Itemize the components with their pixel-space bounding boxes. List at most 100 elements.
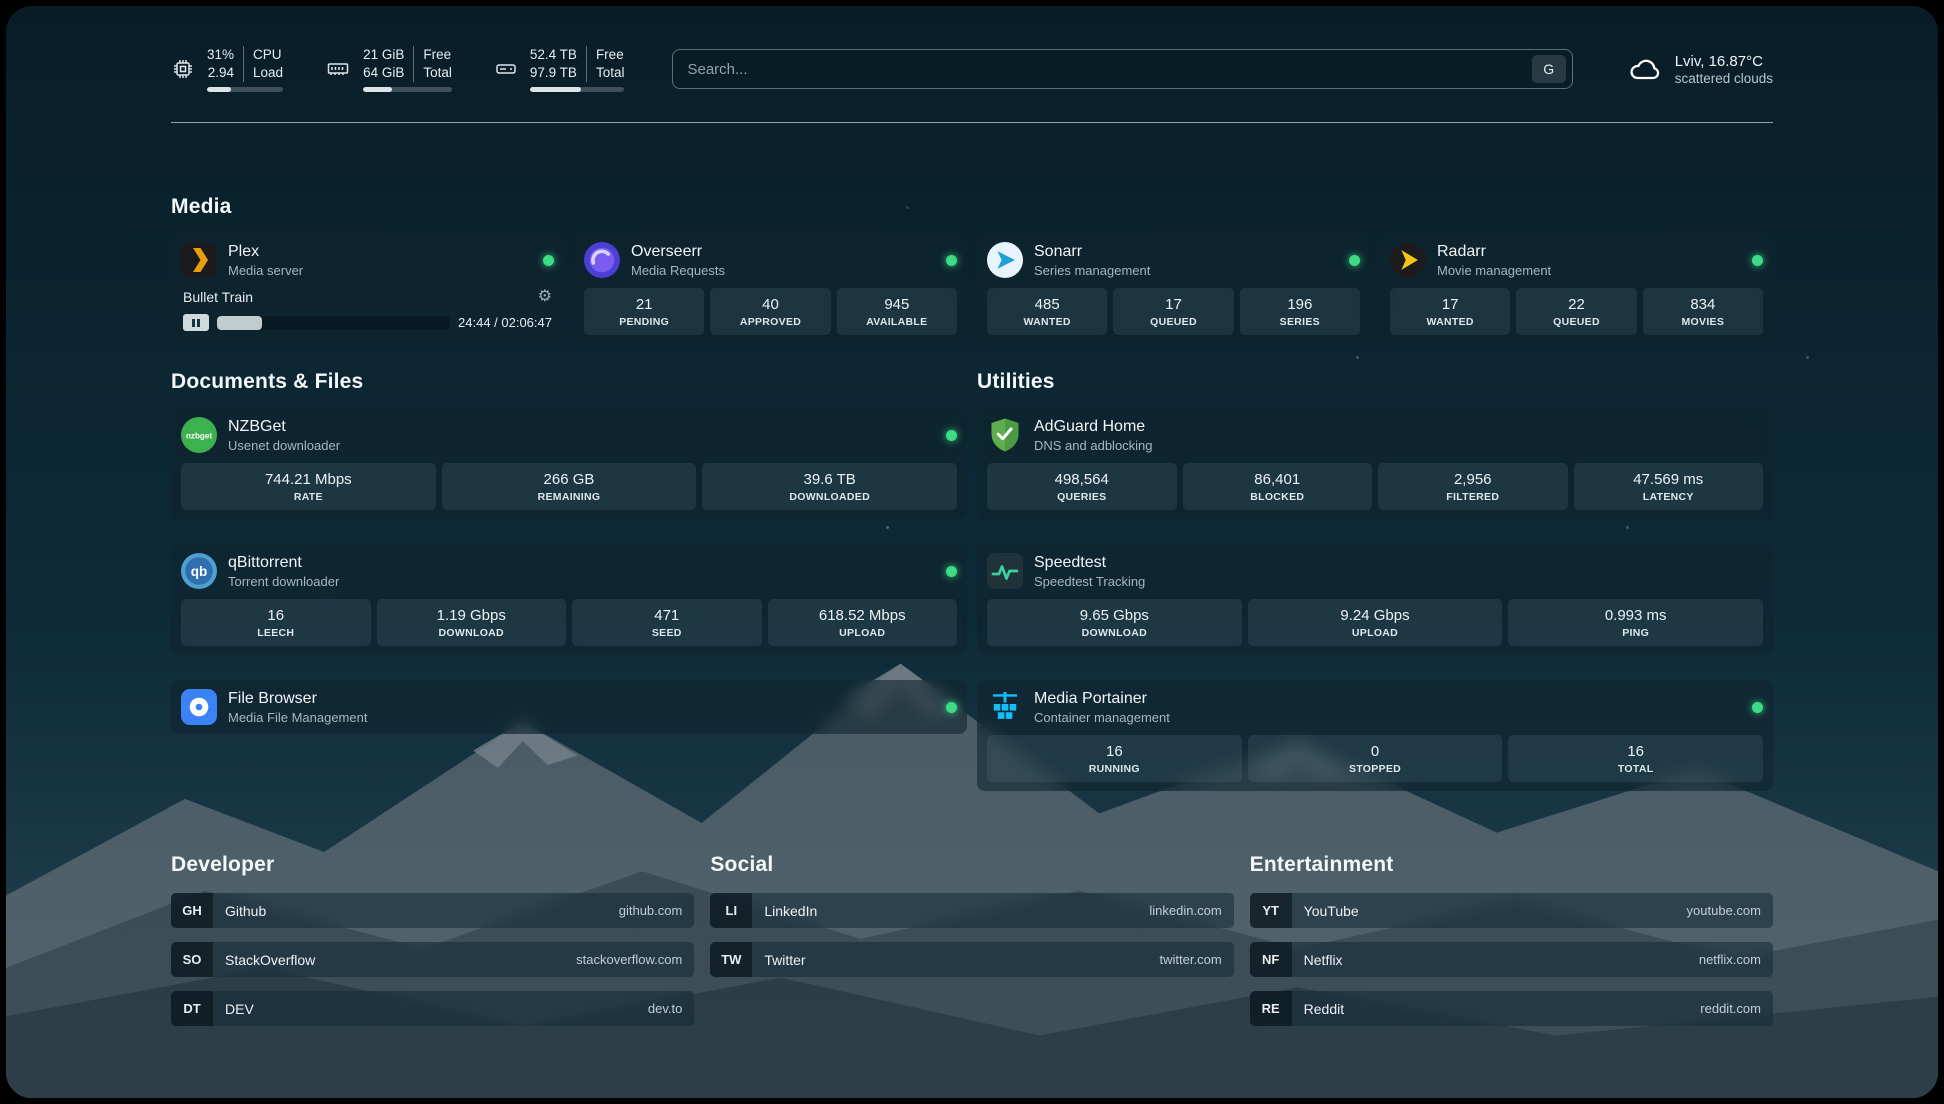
playback-progress-bar[interactable] [217, 316, 450, 330]
bookmark-name: LinkedIn [764, 903, 817, 919]
bookmark-domain: reddit.com [1700, 1001, 1761, 1016]
radarr-icon [1390, 242, 1426, 278]
search-input[interactable] [687, 61, 1531, 78]
service-card-filebrowser[interactable]: File Browser Media File Management [171, 680, 967, 734]
developer-heading: Developer [171, 853, 694, 877]
service-name: NZBGet [228, 418, 340, 436]
status-dot-online [946, 430, 957, 441]
stat-rate: 744.21 MbpsRATE [181, 463, 436, 510]
stat-latency: 47.569 msLATENCY [1574, 463, 1764, 510]
bookmark-github[interactable]: GH Github github.com [171, 893, 694, 928]
weather-widget: Lviv, 16.87°C scattered clouds [1627, 51, 1773, 87]
bookmark-stackoverflow[interactable]: SO StackOverflow stackoverflow.com [171, 942, 694, 977]
weather-condition: scattered clouds [1675, 71, 1773, 86]
bookmark-name: DEV [225, 1001, 254, 1017]
stat-upload: 9.24 GbpsUPLOAD [1248, 599, 1503, 646]
media-heading: Media [171, 195, 1773, 219]
bookmark-group-entertainment: Entertainment YT YouTube youtube.com NF … [1250, 853, 1773, 1040]
disk-progress-bar [530, 87, 625, 92]
stat-leech: 16LEECH [181, 599, 371, 646]
stat-remaining: 266 GBREMAINING [442, 463, 697, 510]
stat-seed: 471SEED [572, 599, 762, 646]
stat-total: 16TOTAL [1508, 735, 1763, 782]
status-dot-online [543, 255, 554, 266]
section-media: Media Plex Media server Bullet [171, 195, 1773, 344]
status-dot-online [946, 255, 957, 266]
service-card-speedtest[interactable]: Speedtest Speedtest Tracking 9.65 GbpsDO… [977, 544, 1773, 655]
stat-queued: 17QUEUED [1113, 288, 1233, 335]
service-card-radarr[interactable]: Radarr Movie management 17WANTED 22QUEUE… [1380, 233, 1773, 344]
service-subtitle: Speedtest Tracking [1034, 574, 1145, 589]
stat-wanted: 485WANTED [987, 288, 1107, 335]
pause-button[interactable] [183, 314, 209, 331]
bookmark-twitter[interactable]: TW Twitter twitter.com [710, 942, 1233, 977]
service-name: Plex [228, 243, 303, 261]
bookmark-abbr: NF [1250, 942, 1292, 977]
memory-widget: 21 GiB Free 64 GiB Total [325, 46, 452, 92]
service-name: AdGuard Home [1034, 418, 1153, 436]
service-subtitle: Media server [228, 263, 303, 278]
bookmark-group-social: Social LI LinkedIn linkedin.com TW Twitt… [710, 853, 1233, 1040]
status-dot-online [946, 702, 957, 713]
documents-heading: Documents & Files [171, 370, 967, 394]
bookmark-netflix[interactable]: NF Netflix netflix.com [1250, 942, 1773, 977]
stat-download: 1.19 GbpsDOWNLOAD [377, 599, 567, 646]
service-card-adguard[interactable]: AdGuard Home DNS and adblocking 498,564Q… [977, 408, 1773, 519]
bookmark-abbr: LI [710, 893, 752, 928]
service-card-nzbget[interactable]: nzbget NZBGet Usenet downloader 744.21 M… [171, 408, 967, 519]
bookmark-domain: youtube.com [1687, 903, 1761, 918]
bookmark-reddit[interactable]: RE Reddit reddit.com [1250, 991, 1773, 1026]
memory-free-value: 21 GiB [363, 46, 413, 64]
speedtest-icon [987, 553, 1023, 589]
bookmark-domain: github.com [619, 903, 683, 918]
search-bar[interactable]: G [672, 49, 1572, 89]
status-dot-online [1752, 255, 1763, 266]
cpu-icon [171, 57, 195, 81]
bookmark-youtube[interactable]: YT YouTube youtube.com [1250, 893, 1773, 928]
entertainment-heading: Entertainment [1250, 853, 1773, 877]
plex-icon [181, 242, 217, 278]
service-subtitle: Media File Management [228, 710, 367, 725]
service-name: Speedtest [1034, 554, 1145, 572]
top-bar: 31% CPU 2.94 Load [171, 46, 1773, 92]
memory-free-label: Free [413, 46, 452, 64]
stat-downloaded: 39.6 TBDOWNLOADED [702, 463, 957, 510]
bookmark-abbr: SO [171, 942, 213, 977]
stat-blocked: 86,401BLOCKED [1183, 463, 1373, 510]
disk-total-label: Total [586, 64, 625, 82]
bookmark-dev[interactable]: DT DEV dev.to [171, 991, 694, 1026]
bookmark-domain: dev.to [648, 1001, 682, 1016]
service-card-portainer[interactable]: Media Portainer Container management 16R… [977, 680, 1773, 791]
cpu-load-label: Load [243, 64, 283, 82]
bookmark-name: Reddit [1304, 1001, 1344, 1017]
disk-icon [494, 57, 518, 81]
search-provider-button[interactable]: G [1532, 55, 1566, 83]
stat-filtered: 2,956FILTERED [1378, 463, 1568, 510]
utilities-heading: Utilities [977, 370, 1773, 394]
service-card-plex[interactable]: Plex Media server Bullet Train ⚙ [171, 233, 564, 344]
disk-total-value: 97.9 TB [530, 64, 586, 82]
stat-download: 9.65 GbpsDOWNLOAD [987, 599, 1242, 646]
service-subtitle: Media Requests [631, 263, 725, 278]
stat-available: 945AVAILABLE [837, 288, 957, 335]
stat-pending: 21PENDING [584, 288, 704, 335]
widget-settings-icon[interactable]: ⚙ [538, 289, 552, 305]
dashboard-content: 31% CPU 2.94 Load [6, 6, 1938, 1098]
stat-ping: 0.993 msPING [1508, 599, 1763, 646]
stat-movies: 834MOVIES [1643, 288, 1763, 335]
svg-text:nzbget: nzbget [186, 432, 212, 441]
service-card-qbittorrent[interactable]: qb qBittorrent Torrent downloader 16LEEC… [171, 544, 967, 655]
cpu-usage-label: CPU [243, 46, 283, 64]
service-card-sonarr[interactable]: Sonarr Series management 485WANTED 17QUE… [977, 233, 1370, 344]
adguard-icon [987, 417, 1023, 453]
stat-stopped: 0STOPPED [1248, 735, 1503, 782]
status-dot-online [1349, 255, 1360, 266]
service-name: Sonarr [1034, 243, 1150, 261]
bookmark-domain: stackoverflow.com [576, 952, 682, 967]
topbar-divider [171, 122, 1773, 123]
service-subtitle: Container management [1034, 710, 1170, 725]
bookmark-linkedin[interactable]: LI LinkedIn linkedin.com [710, 893, 1233, 928]
service-card-overseerr[interactable]: Overseerr Media Requests 21PENDING 40APP… [574, 233, 967, 344]
stat-series: 196SERIES [1240, 288, 1360, 335]
bookmark-abbr: YT [1250, 893, 1292, 928]
